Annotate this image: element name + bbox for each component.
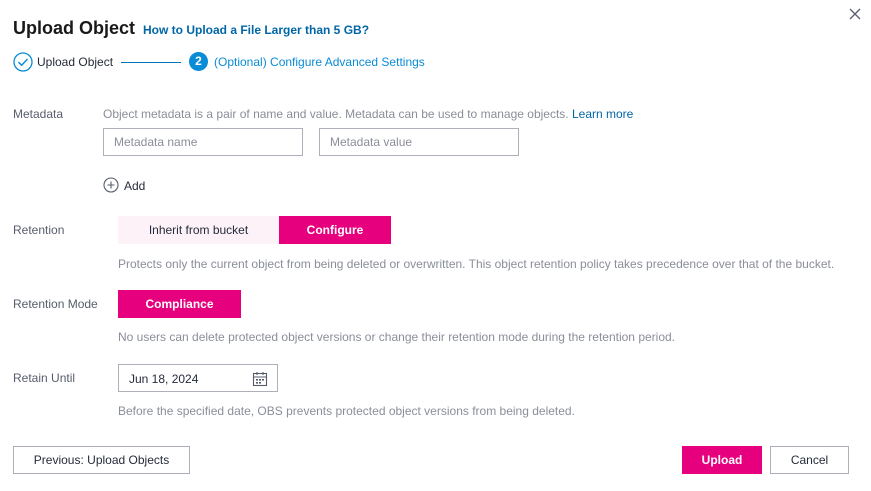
metadata-description: Object metadata is a pair of name and va… — [103, 107, 633, 121]
retain-until-date-picker[interactable]: Jun 18, 2024 — [118, 364, 278, 392]
retention-description: Protects only the current object from be… — [118, 257, 835, 271]
step-upload-object: Upload Object — [37, 55, 114, 69]
check-circle-icon — [13, 52, 33, 72]
step-configure-advanced: (Optional) Configure Advanced Settings — [214, 55, 425, 69]
retain-until-label: Retain Until — [13, 371, 76, 385]
previous-button[interactable]: Previous: Upload Objects — [13, 446, 190, 474]
retention-mode-description: No users can delete protected object ver… — [118, 330, 676, 344]
metadata-name-input[interactable] — [103, 128, 303, 156]
metadata-value-input[interactable] — [319, 128, 519, 156]
retention-mode-label: Retention Mode — [13, 297, 98, 311]
calendar-icon[interactable] — [252, 371, 268, 387]
large-file-help-link[interactable]: How to Upload a File Larger than 5 GB? — [143, 23, 369, 37]
metadata-label: Metadata — [13, 107, 64, 121]
retain-until-date-value: Jun 18, 2024 — [129, 372, 199, 386]
upload-button[interactable]: Upload — [682, 446, 762, 474]
retention-option-inherit[interactable]: Inherit from bucket — [118, 216, 279, 244]
step-connector — [121, 62, 181, 63]
learn-more-link[interactable]: Learn more — [572, 107, 633, 121]
close-icon[interactable] — [847, 6, 863, 22]
dialog-title: Upload Object — [13, 18, 136, 38]
metadata-description-text: Object metadata is a pair of name and va… — [103, 107, 569, 121]
add-metadata-button[interactable]: Add — [124, 179, 145, 193]
retention-label: Retention — [13, 223, 65, 237]
step-number-badge: 2 — [189, 52, 208, 71]
retention-option-configure[interactable]: Configure — [279, 216, 391, 244]
cancel-button[interactable]: Cancel — [770, 446, 849, 474]
retention-mode-compliance[interactable]: Compliance — [118, 290, 241, 318]
retain-until-description: Before the specified date, OBS prevents … — [118, 404, 575, 418]
plus-circle-icon[interactable] — [103, 177, 119, 193]
